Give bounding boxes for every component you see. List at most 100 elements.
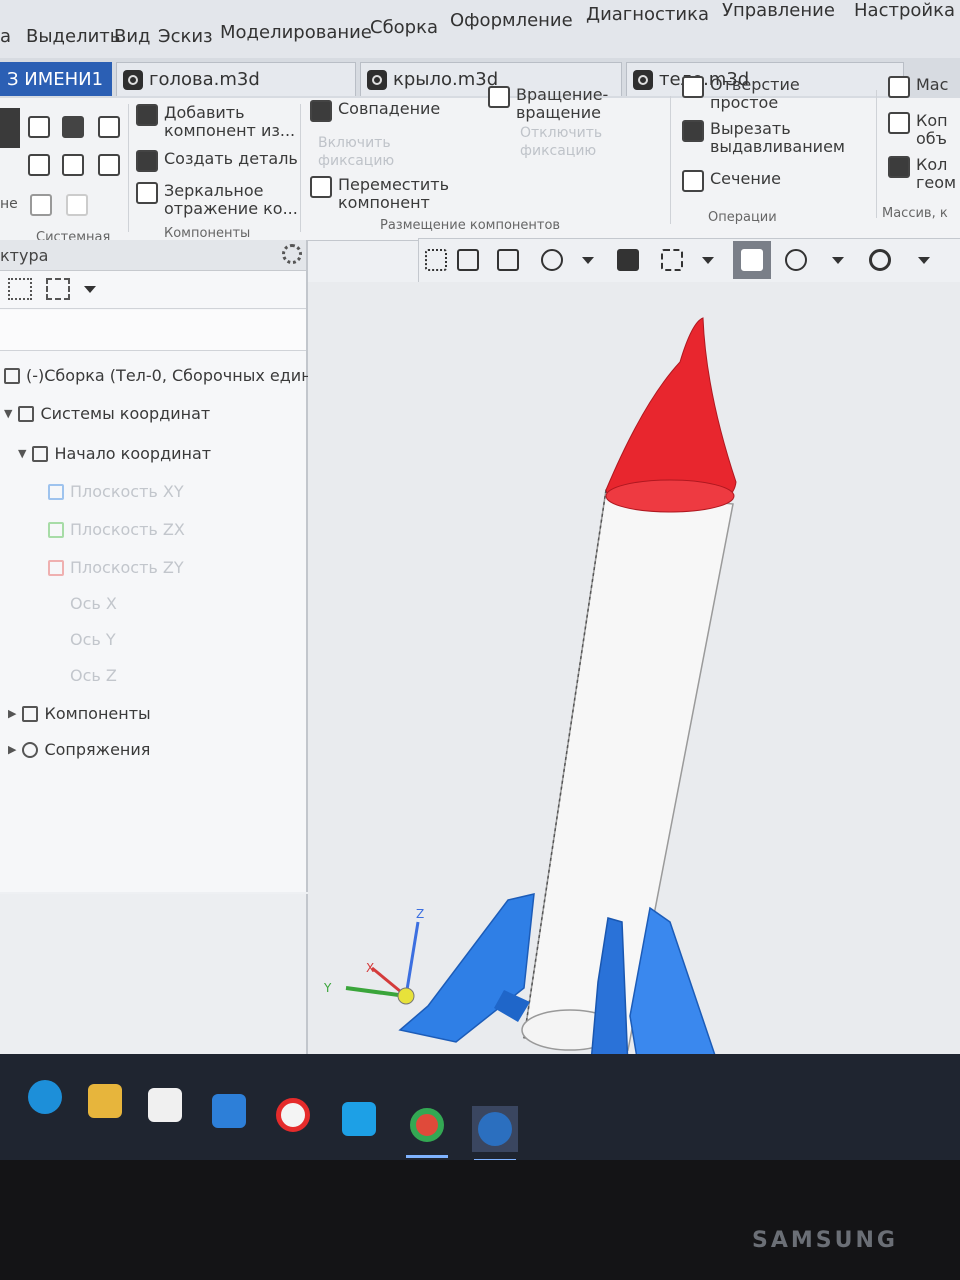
rocket-model[interactable]: Z X Y	[308, 282, 960, 1160]
screen: а Выделить Вид Эскиз Моделирование Сборк…	[0, 0, 960, 1160]
tree-item-mates[interactable]: ▶ Сопряжения	[8, 740, 150, 759]
mirror-button[interactable]: Зеркальное отражение ко...	[136, 182, 298, 218]
chevron-right-icon[interactable]: ▶	[8, 707, 16, 720]
array-button[interactable]: Мас	[888, 76, 948, 98]
menu-item-drawing[interactable]: Оформление	[450, 10, 573, 31]
chevron-down-icon[interactable]	[693, 245, 723, 275]
shaded-view-icon[interactable]	[733, 241, 771, 279]
tree-item-label: Плоскость ZX	[70, 520, 185, 539]
label-line: Вырезать	[710, 119, 791, 138]
group-divider	[128, 104, 129, 232]
menu-item-diagnostics[interactable]: Диагностика	[586, 4, 709, 25]
tree-search-input[interactable]	[0, 310, 306, 351]
model-tree-panel: ктура (-)Сборка (Тел-0, Сборочных един ▼…	[0, 240, 312, 892]
copy-objects-icon	[888, 112, 910, 134]
save-as-icon[interactable]	[98, 154, 120, 176]
app-c-icon[interactable]	[336, 1096, 382, 1142]
preview-icon[interactable]	[62, 154, 84, 176]
chevron-down-icon[interactable]: ▼	[4, 407, 12, 420]
section-button[interactable]: Сечение	[682, 170, 781, 192]
tab-assembly[interactable]: З ИМЕНИ1 ×	[0, 62, 130, 96]
enable-fix-button[interactable]: Включить фиксацию	[318, 134, 394, 170]
rotation-button[interactable]: Вращение-вращение	[488, 86, 608, 122]
open-folder-icon[interactable]	[62, 116, 84, 138]
disable-fix-button[interactable]: Отключить фиксацию	[520, 124, 602, 160]
orientation-icon[interactable]	[453, 245, 483, 275]
create-part-button[interactable]: Создать деталь	[136, 150, 298, 172]
label-line: Включить	[318, 135, 391, 151]
menu-item-settings[interactable]: Настройка	[854, 0, 955, 21]
new-file-icon[interactable]	[28, 116, 50, 138]
move-icon	[310, 176, 332, 198]
menu-item-select[interactable]: Выделить	[26, 26, 120, 47]
kompas-icon[interactable]	[472, 1106, 518, 1160]
yandex-browser-icon[interactable]	[270, 1092, 316, 1138]
tree-item-components[interactable]: ▶ Компоненты	[8, 704, 151, 723]
normal-view-icon[interactable]	[493, 245, 523, 275]
3d-viewport[interactable]: Z X Y	[308, 282, 960, 1160]
copy-objects-button[interactable]: Коп объ	[888, 112, 948, 148]
chevron-down-icon[interactable]	[573, 245, 603, 275]
tree-item-plane-zx[interactable]: Плоскость ZX	[48, 520, 185, 539]
redo-icon[interactable]	[66, 194, 88, 216]
tree-header: ктура	[0, 240, 306, 271]
menu-item-sketch[interactable]: Эскиз	[158, 26, 213, 47]
pan-icon[interactable]	[613, 245, 643, 275]
wireframe-view-icon[interactable]	[781, 245, 811, 275]
add-component-icon	[136, 104, 158, 126]
undo-icon[interactable]	[30, 194, 52, 216]
collection-geometry-button[interactable]: Кол геом	[888, 156, 956, 192]
label: Совпадение	[338, 99, 441, 118]
array-icon	[888, 76, 910, 98]
origin-icon	[32, 445, 49, 462]
label-line: Кол	[916, 155, 948, 174]
panel-toggle-icon[interactable]	[0, 108, 20, 148]
tree-select-icon[interactable]	[8, 278, 32, 300]
plane-icon	[48, 559, 64, 576]
chevron-down-icon[interactable]	[84, 286, 96, 293]
menu-item-view[interactable]: Вид	[114, 26, 151, 47]
chevron-down-icon[interactable]	[909, 245, 939, 275]
add-component-button[interactable]: Добавить компонент из...	[136, 104, 295, 140]
tree-item-axis-z[interactable]: Ось Z	[70, 666, 117, 685]
tree-filter-icon[interactable]	[46, 278, 70, 300]
chrome-icon[interactable]	[404, 1102, 450, 1158]
folder-icon[interactable]	[82, 1078, 128, 1124]
monitor-brand-logo: SAMSUNG	[752, 1228, 898, 1253]
save-icon[interactable]	[98, 116, 120, 138]
menu-item-assembly[interactable]: Сборка	[370, 17, 438, 38]
chevron-down-icon[interactable]	[823, 245, 853, 275]
zoom-icon[interactable]	[537, 245, 567, 275]
menu-item-modeling[interactable]: Моделирование	[220, 22, 372, 43]
tree-item-coord-systems[interactable]: ▼ Системы координат	[4, 404, 210, 423]
chevron-right-icon[interactable]: ▶	[8, 743, 16, 756]
gear-icon[interactable]	[282, 244, 302, 264]
active-indicator	[406, 1155, 448, 1158]
tree-item-plane-xy[interactable]: Плоскость XY	[48, 482, 184, 501]
label-line: Добавить	[164, 103, 245, 122]
menu-item-manage[interactable]: Управление	[722, 0, 835, 21]
axes-icon[interactable]	[657, 245, 687, 275]
tree-item-axis-y[interactable]: Ось Y	[70, 630, 116, 649]
hole-button[interactable]: Отверстие простое	[682, 76, 800, 112]
label-line: Вращение-	[516, 85, 609, 104]
tree-item-plane-zy[interactable]: Плоскость ZY	[48, 558, 184, 577]
grip-icon	[421, 245, 451, 275]
tree-item-origin[interactable]: ▼ Начало координат	[18, 444, 211, 463]
menu-item-hidden[interactable]: а	[0, 26, 11, 47]
rocket-body[interactable]	[523, 489, 734, 1051]
mail-icon[interactable]	[206, 1088, 252, 1134]
extrude-cut-button[interactable]: Вырезать выдавливанием	[682, 120, 845, 156]
hide-icon[interactable]	[865, 245, 895, 275]
tab-head[interactable]: голова.m3d	[116, 62, 356, 96]
coincidence-button[interactable]: Совпадение	[310, 100, 440, 122]
chevron-down-icon[interactable]: ▼	[18, 447, 26, 460]
group-label-operations: Операции	[708, 210, 777, 225]
tree-item-label: Плоскость ZY	[70, 558, 184, 577]
print-icon[interactable]	[28, 154, 50, 176]
store-icon[interactable]	[142, 1082, 188, 1128]
move-component-button[interactable]: Переместить компонент	[310, 176, 449, 212]
tree-item-axis-x[interactable]: Ось X	[70, 594, 117, 613]
edge-icon[interactable]	[22, 1074, 68, 1120]
tree-item-assembly[interactable]: (-)Сборка (Тел-0, Сборочных един	[4, 366, 312, 385]
